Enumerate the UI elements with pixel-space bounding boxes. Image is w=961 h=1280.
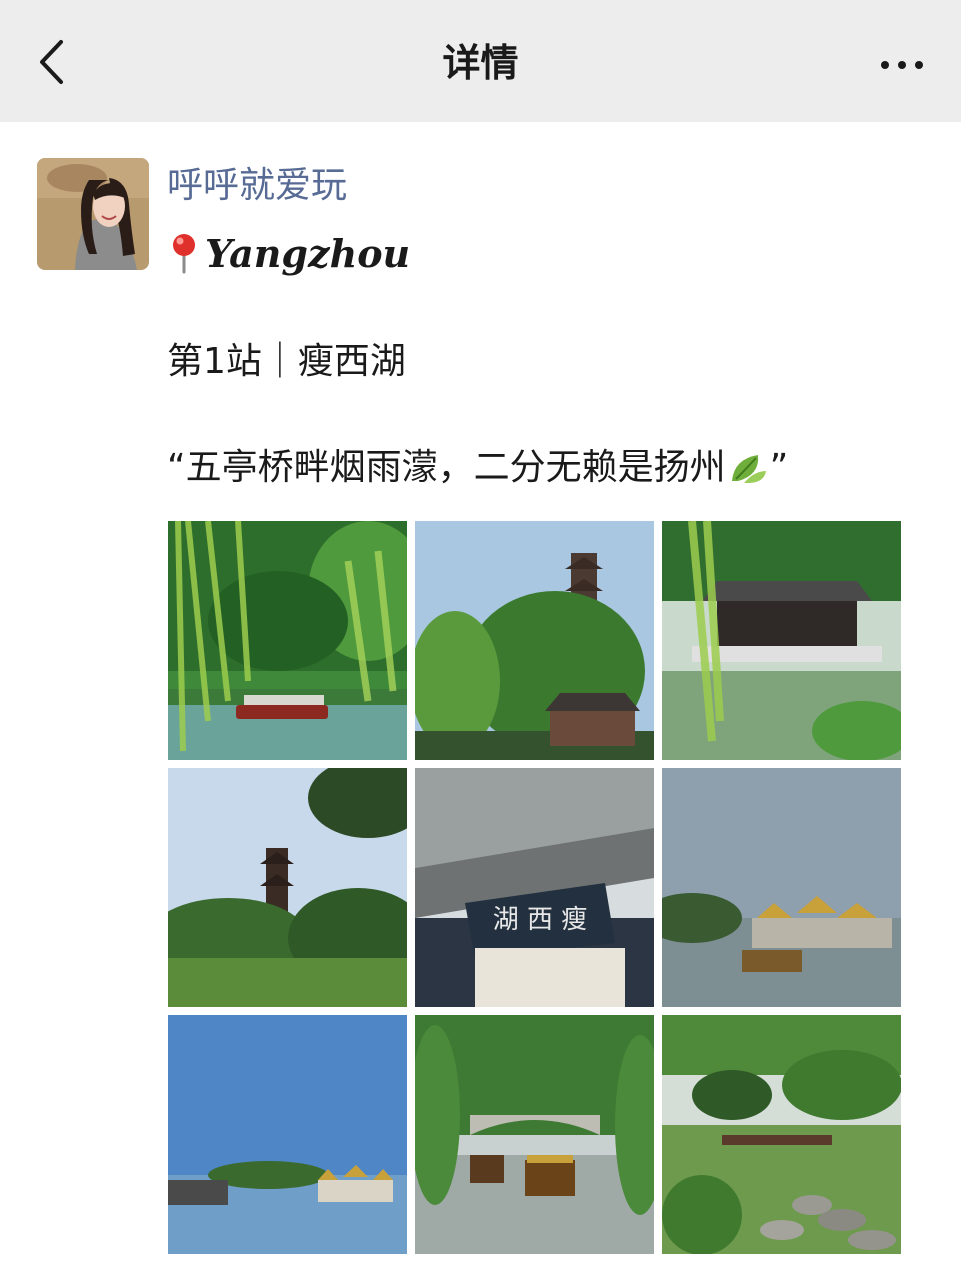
page-title: 详情 <box>442 41 519 85</box>
photo-pagoda-pavilion[interactable] <box>415 521 654 760</box>
location-tag[interactable]: Yangzhou <box>167 228 410 278</box>
more-dots-icon <box>881 61 889 69</box>
leaf-icon <box>731 455 766 483</box>
photo-grid: 湖 西 瘦 <box>168 521 901 1254</box>
author-avatar[interactable] <box>37 158 149 270</box>
post-text-line1: 第1站｜瘦西湖 <box>167 341 406 382</box>
photo-arch-bridge-boats[interactable] <box>415 1015 654 1254</box>
location-pin-icon <box>173 234 195 274</box>
photo-willow-boat[interactable] <box>168 521 407 760</box>
photo-rock-garden[interactable] <box>662 1015 901 1254</box>
photo-lakeside-hall[interactable] <box>662 521 901 760</box>
more-options-button[interactable] <box>867 40 937 90</box>
photo-bridge-blue-sky[interactable] <box>168 1015 407 1254</box>
top-nav-bar: 详情 <box>0 0 961 122</box>
more-dot <box>915 61 923 69</box>
photo-pagoda-lawn[interactable] <box>168 768 407 1007</box>
post-text-line2: “五亭桥畔烟雨濛，二分无赖是扬州 ” <box>167 442 788 494</box>
author-name[interactable]: 呼呼就爱玩 <box>167 160 347 212</box>
more-dot <box>898 61 906 69</box>
photo-gate-plaque[interactable]: 湖 西 瘦 <box>415 768 654 1007</box>
svg-text:湖 西 瘦: 湖 西 瘦 <box>493 905 588 935</box>
photo-five-pavilion-bridge[interactable] <box>662 768 901 1007</box>
location-text: Yangzhou <box>205 230 411 276</box>
quote-text: “五亭桥畔烟雨濛，二分无赖是扬州 <box>167 447 726 488</box>
quote-close: ” <box>769 447 789 488</box>
